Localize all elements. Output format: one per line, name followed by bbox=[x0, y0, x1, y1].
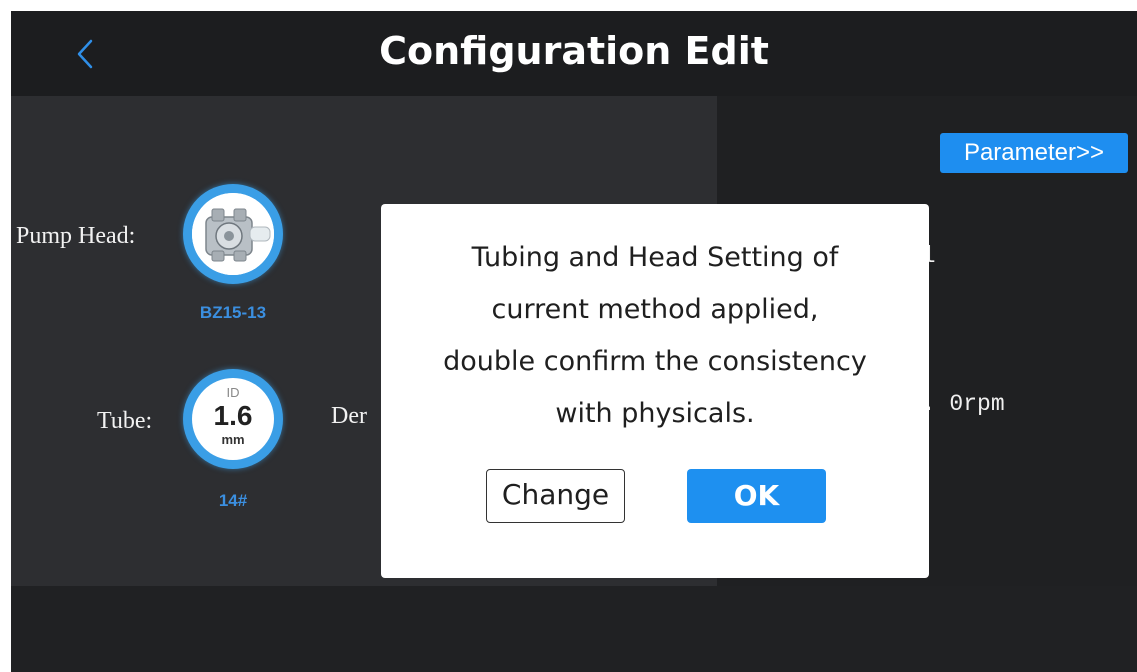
dialog-message-line: Tubing and Head Setting of bbox=[471, 242, 839, 273]
ok-button[interactable]: OK bbox=[687, 469, 826, 523]
confirm-dialog: Tubing and Head Setting of current metho… bbox=[381, 204, 929, 578]
device-screen: Configuration Edit Pump Head: BZ15-13 Tu… bbox=[11, 11, 1137, 672]
dialog-message: Tubing and Head Setting of current metho… bbox=[381, 232, 929, 440]
dialog-message-line: with physicals. bbox=[555, 398, 755, 429]
dialog-message-line: current method applied, bbox=[491, 294, 819, 325]
dialog-message-line: double confirm the consistency bbox=[443, 346, 867, 377]
modal-overlay: Tubing and Head Setting of current metho… bbox=[11, 11, 1137, 672]
change-button[interactable]: Change bbox=[486, 469, 625, 523]
